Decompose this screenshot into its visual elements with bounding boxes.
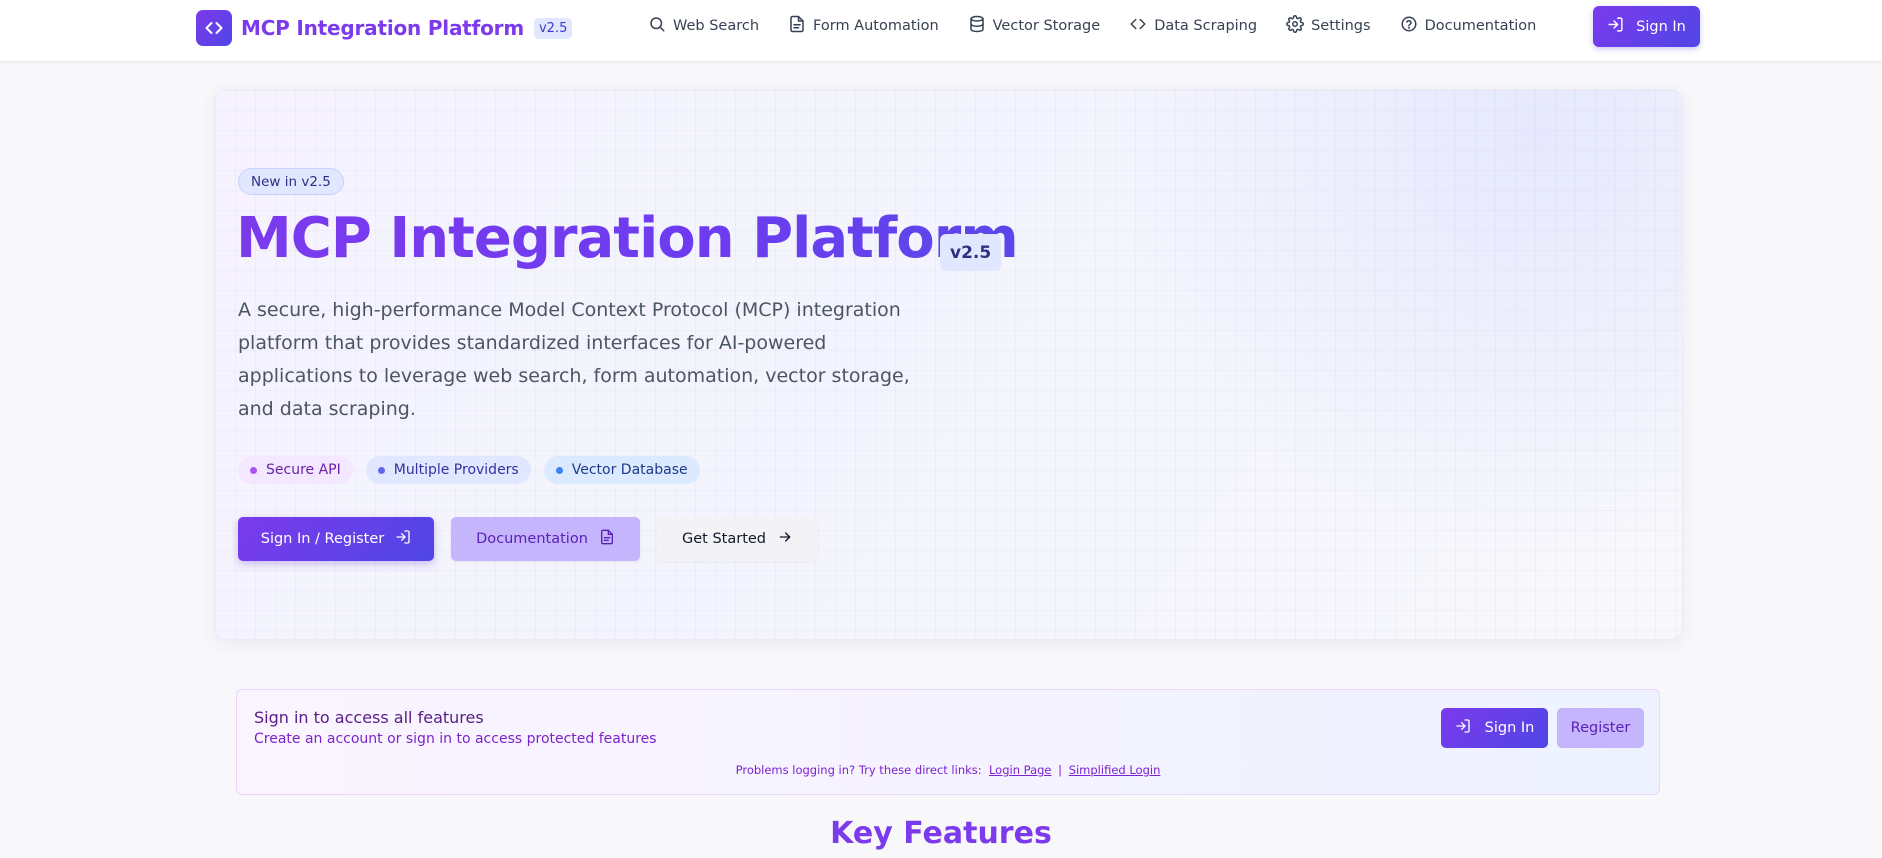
nav-item-form-automation[interactable]: Form Automation — [788, 15, 939, 37]
button-label: Get Started — [682, 531, 766, 547]
brand-title: MCP Integration Platform — [241, 16, 524, 40]
link-separator: | — [1058, 763, 1063, 777]
feature-tags: Secure API Multiple Providers Vector Dat… — [238, 456, 713, 484]
login-help-text: Problems logging in? Try these direct li… — [735, 763, 982, 777]
nav-item-documentation[interactable]: Documentation — [1400, 15, 1537, 37]
nav-label: Documentation — [1424, 18, 1537, 34]
documentation-button[interactable]: Documentation — [451, 517, 640, 561]
version-badge: v2.5 — [533, 17, 573, 39]
dot-icon — [555, 466, 563, 474]
file-text-icon — [588, 529, 615, 549]
hero-description: A secure, high-performance Model Context… — [238, 299, 910, 420]
login-page-link[interactable]: Login Page — [989, 763, 1052, 777]
auth-banner-subtitle: Create an account or sign in to access p… — [254, 731, 657, 747]
hero-actions: Sign In / Register Documentation Get Sta… — [238, 517, 818, 561]
code-icon — [1129, 15, 1154, 37]
hero-card: New in v2.5 MCP Integration Platform v2.… — [214, 89, 1683, 640]
dot-icon — [377, 466, 385, 474]
hero-title: MCP Integration Platform — [236, 206, 1019, 271]
code-brackets-icon — [196, 10, 232, 46]
nav-label: Form Automation — [813, 18, 939, 34]
tag-multiple-providers: Multiple Providers — [365, 456, 531, 484]
button-label: Sign In / Register — [260, 531, 385, 547]
simplified-login-link[interactable]: Simplified Login — [1069, 763, 1161, 777]
main-nav: Web Search Form Automation Vector Storag… — [648, 15, 1536, 37]
log-in-icon — [1607, 16, 1636, 37]
top-navbar: MCP Integration Platform v2.5 Web Search… — [0, 0, 1882, 62]
database-icon — [968, 15, 993, 37]
file-text-icon — [788, 15, 813, 37]
brand[interactable]: MCP Integration Platform v2.5 — [196, 10, 573, 46]
auth-banner: Sign in to access all features Create an… — [236, 689, 1660, 795]
nav-item-vector-storage[interactable]: Vector Storage — [968, 15, 1101, 37]
search-icon — [648, 15, 673, 37]
log-in-icon — [1455, 718, 1485, 738]
nav-label: Web Search — [673, 18, 760, 34]
get-started-button[interactable]: Get Started — [657, 517, 818, 561]
help-circle-icon — [1400, 15, 1425, 37]
tag-secure-api: Secure API — [238, 456, 353, 484]
tag-label: Secure API — [266, 462, 341, 478]
signin-label: Sign In — [1636, 18, 1686, 35]
nav-item-data-scraping[interactable]: Data Scraping — [1129, 15, 1257, 37]
nav-item-settings[interactable]: Settings — [1286, 15, 1371, 37]
nav-label: Data Scraping — [1154, 18, 1258, 34]
signin-register-button[interactable]: Sign In / Register — [238, 517, 434, 561]
tag-label: Vector Database — [571, 462, 688, 478]
dot-icon — [250, 466, 257, 474]
login-help: Problems logging in? Try these direct li… — [237, 763, 1659, 777]
gear-icon — [1286, 15, 1311, 37]
log-in-icon — [384, 529, 411, 549]
banner-register-button[interactable]: Register — [1557, 708, 1644, 748]
button-label: Documentation — [476, 531, 588, 547]
key-features-heading: Key Features — [830, 816, 1052, 851]
tag-label: Multiple Providers — [393, 462, 519, 478]
hero-version-badge: v2.5 — [940, 234, 1002, 271]
signin-label: Sign In — [1484, 720, 1535, 736]
header-signin-button[interactable]: Sign In — [1593, 6, 1700, 47]
nav-item-web-search[interactable]: Web Search — [648, 15, 759, 37]
tag-vector-database: Vector Database — [543, 456, 700, 484]
new-version-badge: New in v2.5 — [238, 168, 344, 195]
nav-label: Vector Storage — [992, 18, 1101, 34]
banner-signin-button[interactable]: Sign In — [1441, 708, 1548, 748]
auth-banner-title: Sign in to access all features — [254, 708, 484, 727]
nav-label: Settings — [1311, 18, 1371, 34]
arrow-right-icon — [766, 529, 793, 549]
